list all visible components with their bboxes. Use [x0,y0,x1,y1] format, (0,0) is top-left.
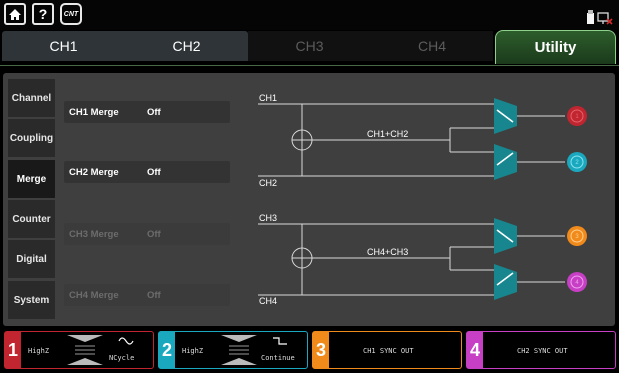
help-icon: ? [38,6,48,22]
ch4-number: 4 [467,332,483,368]
tab-label: CH3 [295,38,324,54]
channel-status-bar: 1 HighZ NCycle 2 HighZ Continue 3 CH1 SY… [0,329,619,373]
merge-diagram: CH1 CH2 CH3 CH4 CH1+CH2 CH4+CH3 1 2 3 4 [258,93,587,306]
ch1-mode: NCycle [109,354,135,362]
ch4-merge-label: CH4 Merge [69,290,119,301]
tab-label: CH2 [172,38,201,54]
ch4-merge-value: Off [147,290,161,301]
sine-wave-icon [118,337,134,345]
ch2-merge-row[interactable]: CH2 Merge Off [64,161,230,183]
status-ch4[interactable]: 4 CH2 SYNC OUT [466,331,616,369]
ch1-amplitude-icon [67,335,103,365]
diagram-ch4-label: CH4 [259,296,277,306]
tab-ch3[interactable]: CH3 [248,31,371,61]
ch1-number: 1 [5,332,21,368]
switch-3-icon [494,218,517,254]
sidebar-item-counter[interactable]: Counter [8,200,55,238]
ch2-amplitude-icon [221,335,257,365]
switch-2-icon [494,144,517,180]
ch3-sync-text: CH1 SYNC OUT [363,347,414,355]
ch3-merge-row: CH3 Merge Off [64,223,230,245]
sidebar-item-label: System [13,294,50,306]
ch2-load: HighZ [182,347,204,355]
diagram-ch2-label: CH2 [259,178,277,188]
sidebar-item-label: Digital [16,253,47,265]
sidebar-item-system[interactable]: System [8,281,55,319]
status-ch1[interactable]: 1 HighZ NCycle [4,331,154,369]
status-ch2[interactable]: 2 HighZ Continue [158,331,308,369]
sidebar-item-label: Merge [16,173,47,185]
tab-label: CH4 [417,38,446,54]
tab-ch4[interactable]: CH4 [371,31,493,61]
channel-tabs: CH1 CH2 CH3 CH4 Utility [0,30,619,64]
ch1-merge-label: CH1 Merge [69,107,119,118]
sidebar-item-digital[interactable]: Digital [8,240,55,278]
ch1-merge-row[interactable]: CH1 Merge Off [64,101,230,123]
sidebar-item-coupling[interactable]: Coupling [8,119,55,157]
ch2-mode: Continue [261,354,295,362]
tab-ch2[interactable]: CH2 [125,31,248,61]
top-toolbar: ? CNT [0,0,619,30]
usb-icon [587,10,613,25]
sidebar-item-merge[interactable]: Merge [8,160,55,198]
sidebar-item-label: Channel [11,92,52,104]
diagram-sum12-label: CH1+CH2 [367,129,408,139]
tab-label: Utility [534,39,577,56]
ch1-load: HighZ [28,347,50,355]
home-icon [9,8,21,20]
diagram-ch1-label: CH1 [259,93,277,103]
ch1-merge-value: Off [147,107,161,118]
ch2-merge-value: Off [147,167,161,178]
ch3-merge-value: Off [147,229,161,240]
ch2-merge-label: CH2 Merge [69,167,119,178]
sidebar-item-label: Counter [12,213,51,225]
ch3-number: 3 [313,332,329,368]
home-button[interactable] [4,3,26,25]
switch-1-icon [494,98,517,134]
counter-button[interactable]: CNT [60,3,82,25]
sidebar-item-label: Coupling [9,132,54,144]
counter-icon: CNT [63,10,79,18]
tab-utility[interactable]: Utility [495,30,616,64]
tab-underline [0,65,619,66]
tab-ch1[interactable]: CH1 [2,31,125,61]
status-ch3[interactable]: 3 CH1 SYNC OUT [312,331,462,369]
diagram-ch3-label: CH3 [259,213,277,223]
sidebar-item-channel[interactable]: Channel [8,79,55,117]
ch2-number: 2 [159,332,175,368]
tab-label: CH1 [49,38,78,54]
pulse-wave-icon [273,337,287,345]
diagram-sum34-label: CH4+CH3 [367,247,408,257]
ch4-merge-row: CH4 Merge Off [64,284,230,306]
ch3-merge-label: CH3 Merge [69,229,119,240]
switch-4-icon [494,264,517,300]
help-button[interactable]: ? [32,3,54,25]
ch4-sync-text: CH2 SYNC OUT [517,347,568,355]
